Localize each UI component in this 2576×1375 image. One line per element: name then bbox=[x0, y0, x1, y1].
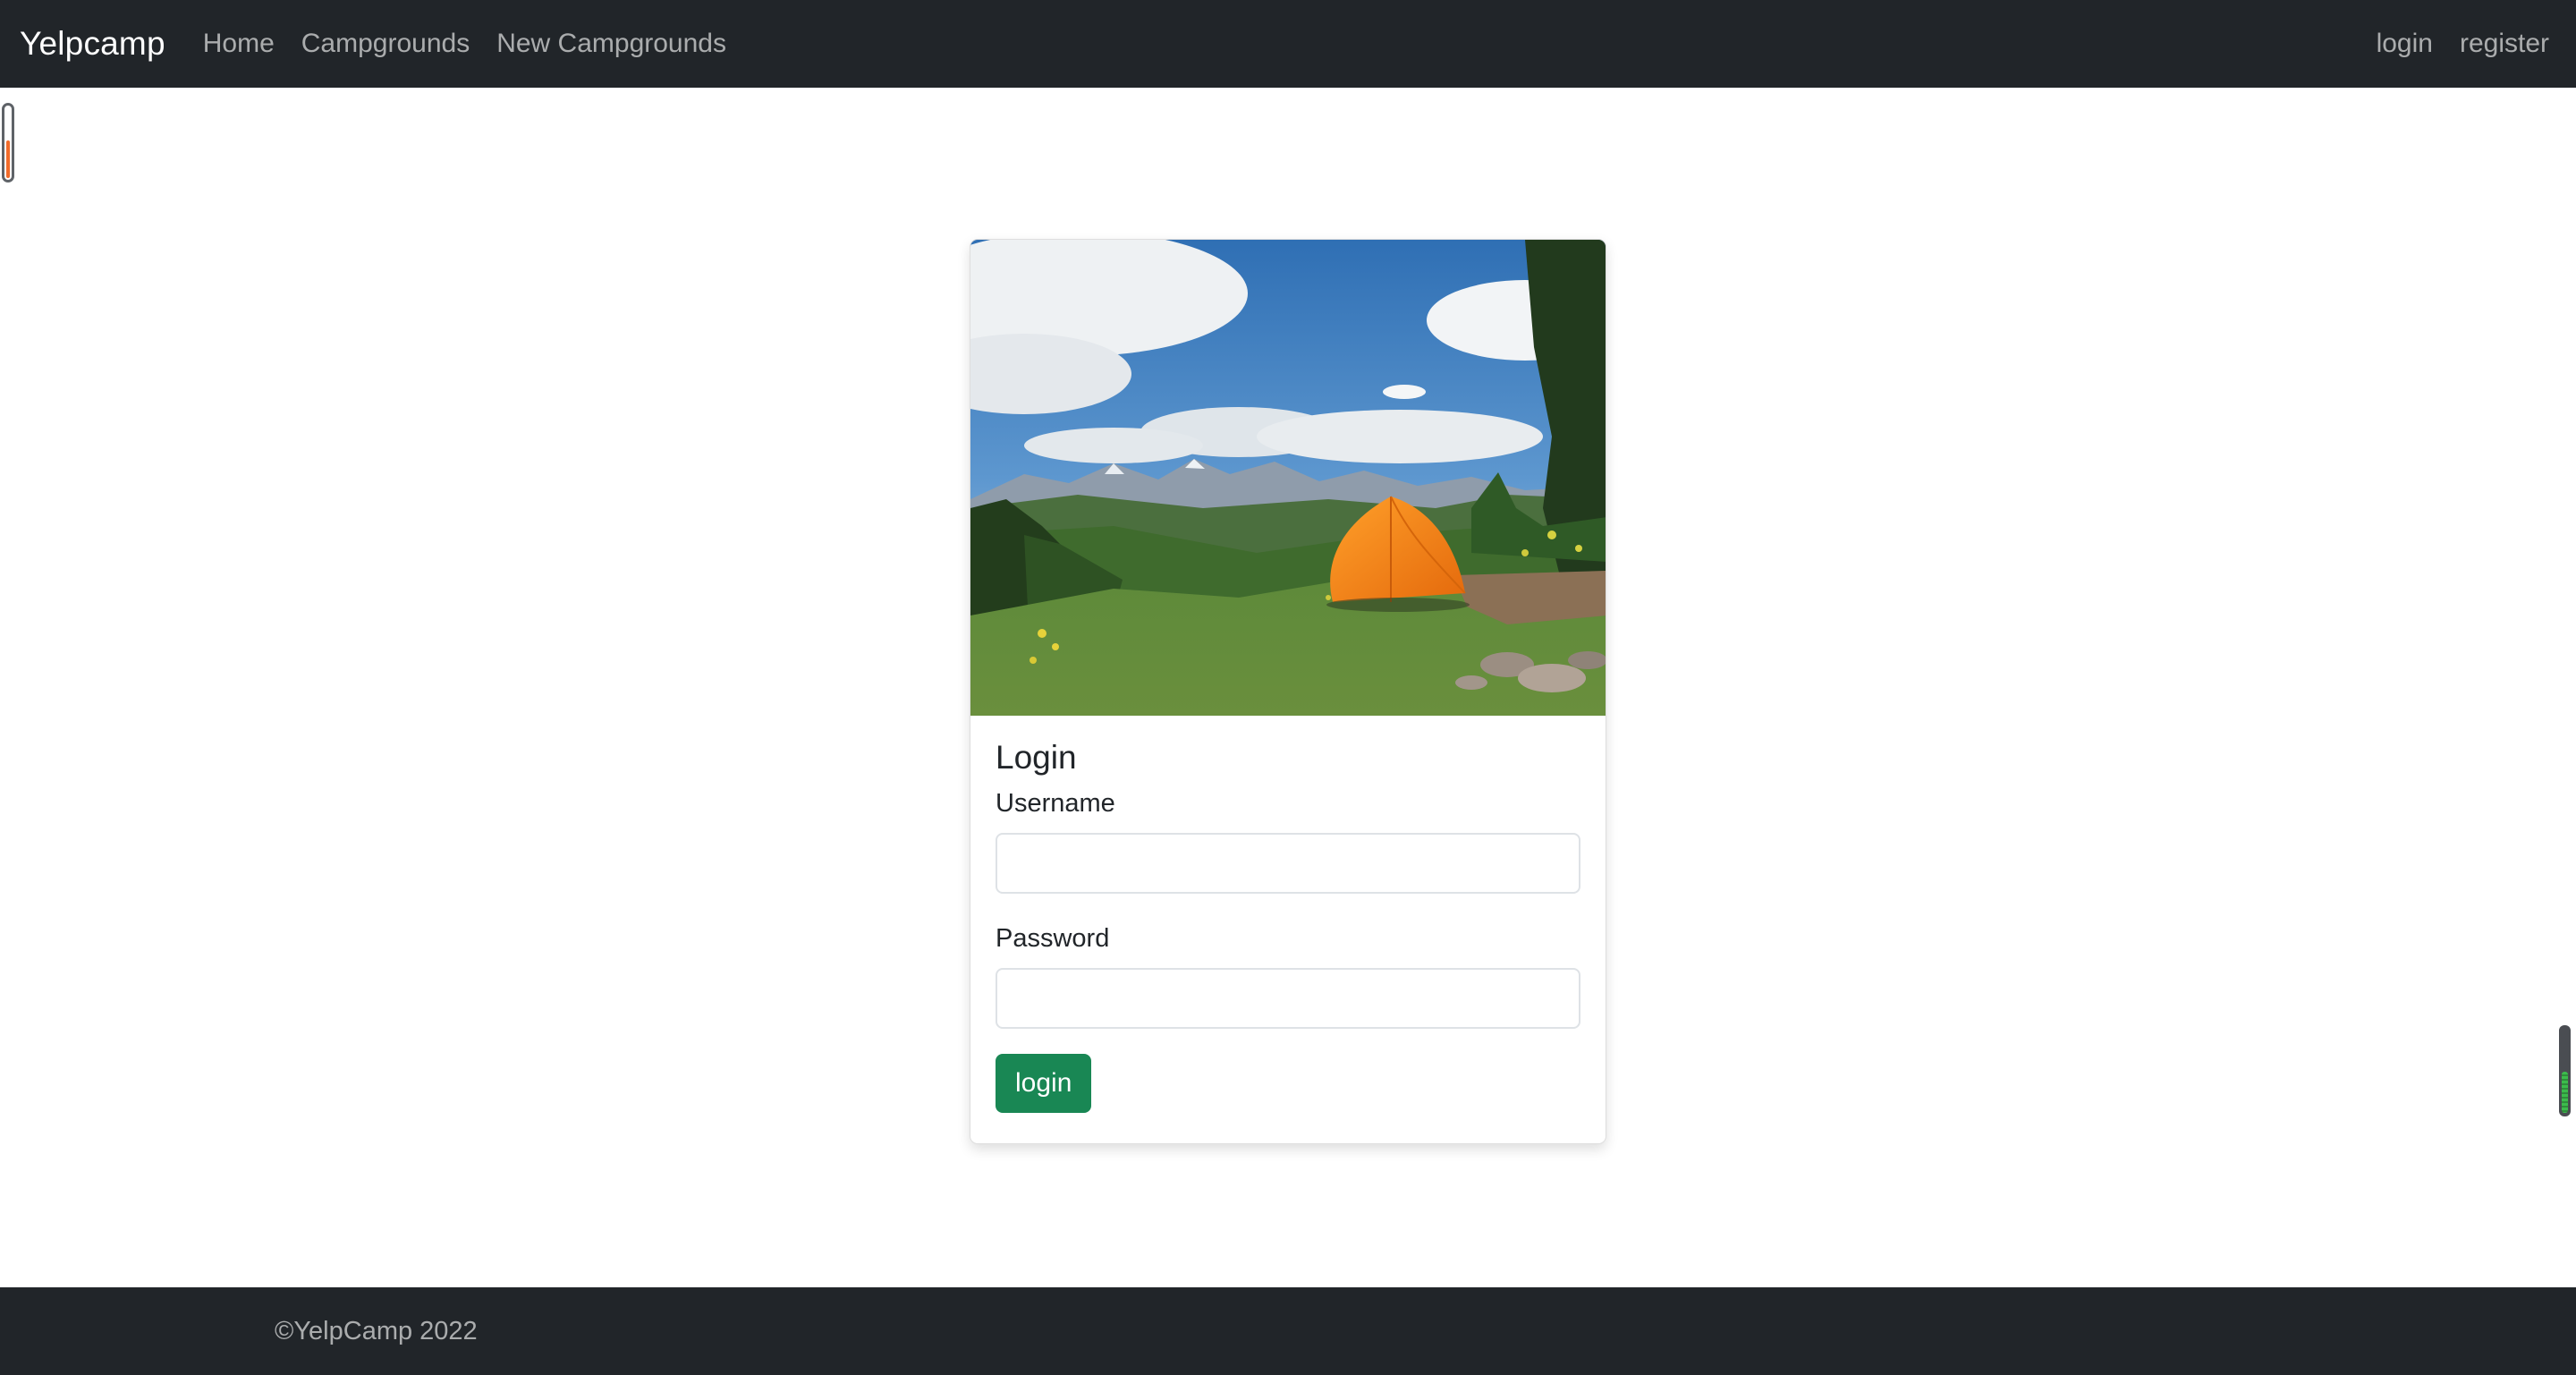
login-submit-button[interactable]: login bbox=[996, 1054, 1092, 1113]
password-label: Password bbox=[996, 924, 1110, 953]
username-field-group: Username bbox=[996, 789, 1580, 894]
campground-photo bbox=[970, 240, 1606, 716]
nav-links: Home Campgrounds New Campgrounds bbox=[203, 29, 726, 59]
brand-link[interactable]: Yelpcamp bbox=[20, 25, 165, 63]
card-body: Login Username Password login bbox=[970, 716, 1606, 1136]
navbar: Yelpcamp Home Campgrounds New Campground… bbox=[0, 0, 2576, 88]
nav-link-login[interactable]: login bbox=[2377, 29, 2433, 59]
left-edge-indicator-fill bbox=[6, 140, 10, 178]
right-edge-indicator-fill bbox=[2562, 1072, 2568, 1113]
nav-link-home[interactable]: Home bbox=[203, 29, 275, 59]
password-field-group: Password bbox=[996, 924, 1580, 1029]
nav-link-campgrounds[interactable]: Campgrounds bbox=[301, 29, 470, 59]
left-edge-indicator[interactable] bbox=[2, 103, 14, 182]
login-card: Login Username Password login bbox=[970, 239, 1606, 1144]
username-label: Username bbox=[996, 789, 1115, 818]
username-input[interactable] bbox=[996, 833, 1580, 894]
auth-links: login register bbox=[2377, 29, 2556, 59]
nav-link-register[interactable]: register bbox=[2460, 29, 2549, 59]
footer: ©YelpCamp 2022 bbox=[0, 1287, 2576, 1375]
password-input[interactable] bbox=[996, 968, 1580, 1029]
footer-copyright: ©YelpCamp 2022 bbox=[275, 1316, 478, 1345]
nav-link-new-campgrounds[interactable]: New Campgrounds bbox=[496, 29, 726, 59]
right-edge-indicator[interactable] bbox=[2559, 1025, 2571, 1116]
login-title: Login bbox=[996, 739, 1077, 776]
page: Yelpcamp Home Campgrounds New Campground… bbox=[0, 0, 2576, 1375]
